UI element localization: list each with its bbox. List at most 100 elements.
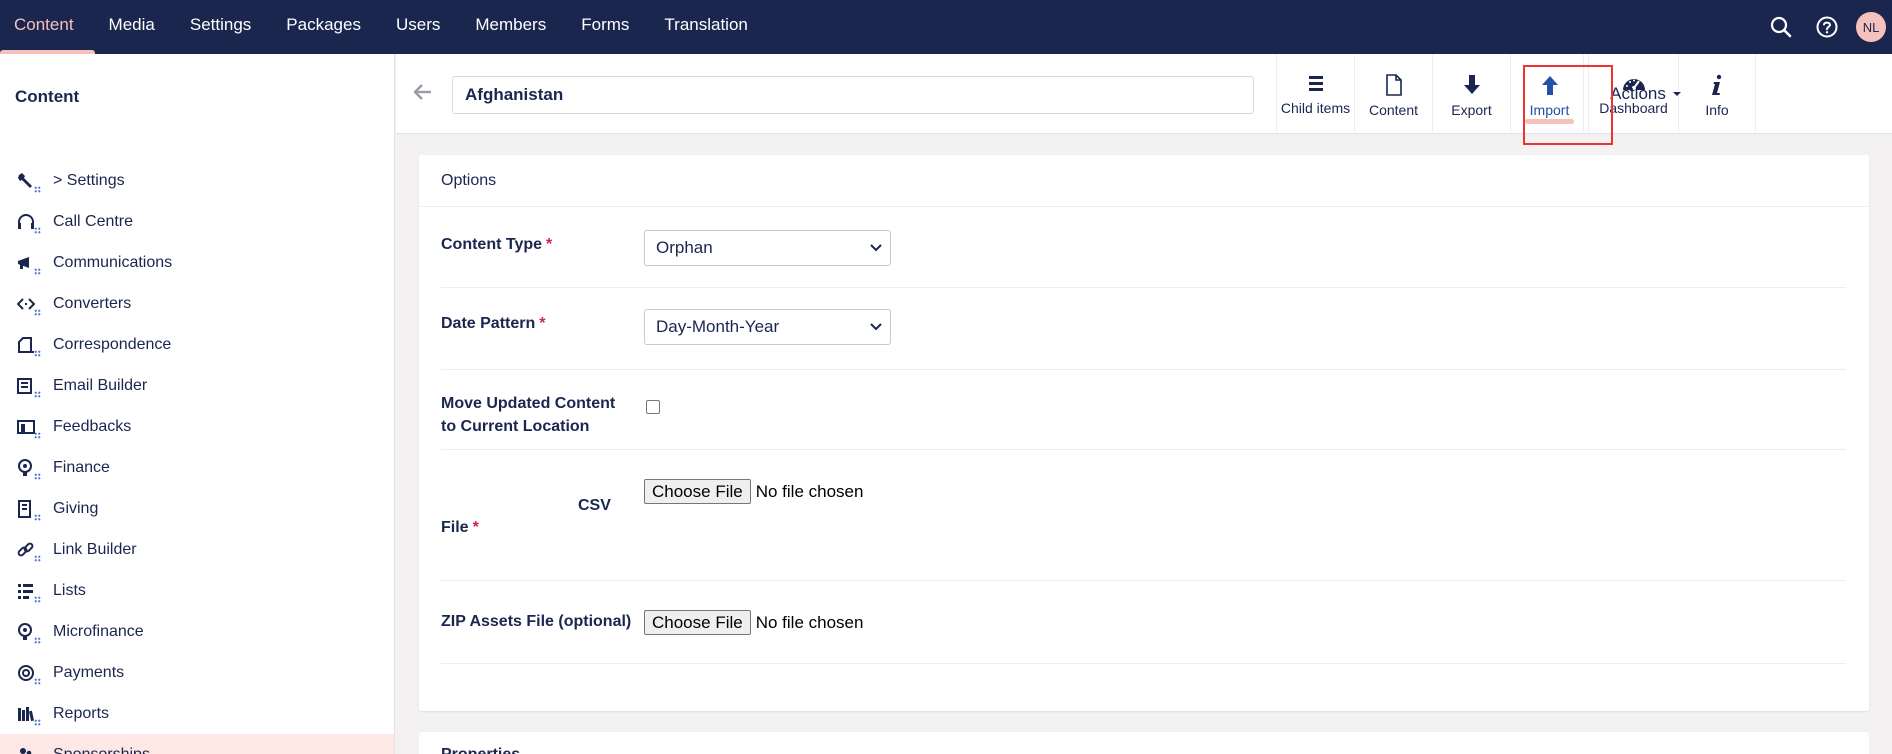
- properties-panel: Properties: [419, 732, 1869, 754]
- csv-file-status: No file chosen: [755, 481, 864, 501]
- csv-file-picker: Choose File No file chosen: [644, 479, 863, 504]
- csv-file-label: File *: [441, 519, 479, 536]
- content-type-property: Content Type * Orphan: [441, 208, 1846, 288]
- content-name-input[interactable]: [452, 76, 1254, 114]
- nav-packages[interactable]: Packages: [272, 0, 382, 54]
- help-icon: [1816, 16, 1838, 38]
- link-icon: [17, 540, 41, 562]
- tree-item-giving[interactable]: Giving: [0, 488, 394, 529]
- chevron-down-icon: [870, 323, 882, 331]
- nav-settings[interactable]: Settings: [176, 0, 272, 54]
- app-export[interactable]: Export: [1432, 54, 1510, 134]
- tree-item-finance[interactable]: Finance: [0, 447, 394, 488]
- code-arrows-icon: [17, 294, 41, 316]
- section-nav: Content Media Settings Packages Users Me…: [0, 0, 769, 54]
- tree-item-label: Payments: [53, 663, 125, 681]
- date-pattern-select[interactable]: Day-Month-Year: [644, 309, 891, 345]
- app-import[interactable]: Import: [1510, 54, 1588, 134]
- search-icon: [1770, 16, 1792, 38]
- zip-file-picker: Choose File No file chosen: [644, 610, 863, 635]
- arrow-up-icon: [1541, 76, 1558, 95]
- back-button[interactable]: [413, 84, 434, 104]
- nav-media[interactable]: Media: [95, 0, 176, 54]
- nav-translation[interactable]: Translation: [650, 0, 768, 54]
- tree-item-label: Converters: [53, 294, 132, 312]
- content-type-value: Orphan: [656, 238, 713, 257]
- wrench-icon: [17, 171, 41, 193]
- tree-item-converters[interactable]: Converters: [0, 283, 394, 324]
- top-navigation-bar: Content Media Settings Packages Users Me…: [0, 0, 1892, 54]
- tree-item-microfinance[interactable]: Microfinance: [0, 611, 394, 652]
- move-updated-checkbox[interactable]: [646, 400, 660, 414]
- payment-icon: [17, 663, 41, 685]
- app-child-items[interactable]: Child items: [1276, 54, 1354, 134]
- app-content[interactable]: Content: [1354, 54, 1432, 134]
- user-avatar[interactable]: NL: [1856, 12, 1886, 42]
- tree-item-communications[interactable]: Communications: [0, 242, 394, 283]
- date-pattern-property: Date Pattern * Day-Month-Year: [441, 288, 1846, 370]
- nav-members[interactable]: Members: [461, 0, 567, 54]
- properties-panel-title: Properties: [441, 746, 520, 754]
- app-label: Info: [1705, 102, 1729, 118]
- tree-item-link-builder[interactable]: Link Builder: [0, 529, 394, 570]
- help-button[interactable]: [1804, 0, 1850, 54]
- csv-choose-file-button[interactable]: Choose File: [644, 479, 751, 504]
- letter-icon: [17, 335, 41, 357]
- zip-file-property: ZIP Assets File (optional) Choose File N…: [441, 581, 1846, 664]
- tree-item-lists[interactable]: Lists: [0, 570, 394, 611]
- content-tree-sidebar: Content > Settings Call Centre Communica…: [0, 54, 395, 754]
- tree-item-label: Link Builder: [53, 540, 137, 558]
- date-pattern-value: Day-Month-Year: [656, 317, 780, 336]
- tree-item-correspondence[interactable]: Correspondence: [0, 324, 394, 365]
- options-panel: Options Content Type * Orphan Date Patter…: [419, 155, 1869, 711]
- zip-choose-file-button[interactable]: Choose File: [644, 610, 751, 635]
- info-icon: [1712, 74, 1722, 95]
- document-icon: [1385, 74, 1402, 96]
- tree-item-label: Sponsorships: [53, 745, 150, 754]
- coin-icon: [17, 458, 41, 480]
- headset-icon: [17, 212, 41, 234]
- tree-item-call-centre[interactable]: Call Centre: [0, 201, 394, 242]
- search-button[interactable]: [1758, 0, 1804, 54]
- arrow-down-icon: [1463, 75, 1480, 94]
- move-updated-property: Move Updated Content to Current Location: [441, 370, 1846, 450]
- sidebar-title: Content: [15, 87, 80, 106]
- caret-down-icon: [1672, 92, 1681, 96]
- csv-label-part: CSV: [578, 497, 611, 514]
- megaphone-icon: [17, 253, 41, 275]
- tree-item-payments[interactable]: Payments: [0, 652, 394, 693]
- tree-item-reports[interactable]: Reports: [0, 693, 394, 734]
- tree-item-email-builder[interactable]: Email Builder: [0, 365, 394, 406]
- content-type-select[interactable]: Orphan: [644, 230, 891, 266]
- arrow-left-icon: [413, 84, 431, 100]
- list-icon: [17, 581, 41, 603]
- required-marker: *: [472, 519, 479, 536]
- required-marker: *: [539, 315, 546, 332]
- tree-item-label: Communications: [53, 253, 173, 271]
- nav-content[interactable]: Content: [0, 0, 95, 54]
- tree-item-sponsorships[interactable]: Sponsorships: [0, 734, 394, 754]
- list-icon: [1308, 76, 1323, 91]
- csv-file-property: CSV File * Choose File No file chosen: [441, 450, 1846, 581]
- tree-item-feedbacks[interactable]: Feedbacks: [0, 406, 394, 447]
- editor-header: Child items Content Export Import Dashbo…: [396, 54, 1892, 134]
- content-type-label: Content Type *: [441, 236, 553, 253]
- tree-item-label: Email Builder: [53, 376, 148, 394]
- receipt-icon: [17, 499, 41, 521]
- actions-menu-button[interactable]: Actions: [1583, 54, 1708, 134]
- chevron-down-icon: [870, 244, 882, 252]
- tree-item-label: Microfinance: [53, 622, 144, 640]
- app-label: Export: [1451, 102, 1492, 118]
- zip-file-label: ZIP Assets File (optional): [441, 613, 632, 630]
- tree-item-label: Reports: [53, 704, 110, 722]
- move-updated-label: Move Updated Content to Current Location: [441, 395, 616, 435]
- feedback-icon: [17, 417, 41, 439]
- nav-forms[interactable]: Forms: [567, 0, 650, 54]
- tree-item-settings[interactable]: > Settings: [0, 160, 394, 201]
- zip-file-status: No file chosen: [755, 612, 864, 632]
- nav-users[interactable]: Users: [382, 0, 461, 54]
- app-label: Import: [1529, 102, 1570, 118]
- actions-label: Actions: [1610, 84, 1666, 103]
- coin-icon: [17, 622, 41, 644]
- people-icon: [17, 745, 41, 754]
